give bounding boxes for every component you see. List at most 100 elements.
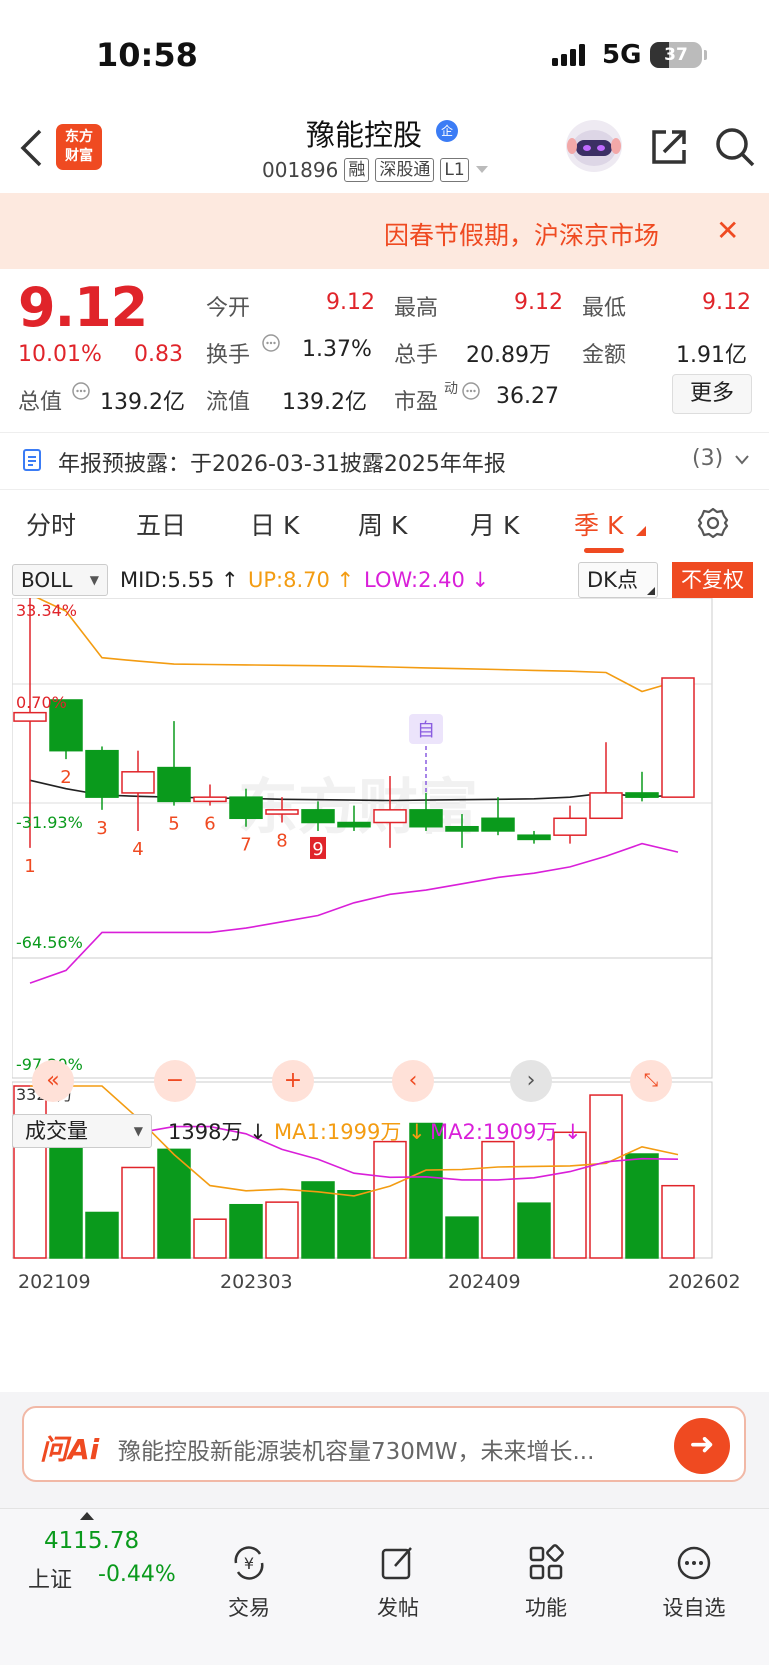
kline-chart[interactable]: 东方财富 1 2 3 4 5 6 7 8 9 自 33.34% 0.70% -31.93% -64.56… xyxy=(12,598,758,1358)
nav-trade-label: 交易 xyxy=(228,1596,270,1620)
value-amount: 1.91亿 xyxy=(676,343,747,368)
indicator-select[interactable]: BOLL ▼ xyxy=(12,564,108,596)
notice-count: (3) xyxy=(692,446,724,471)
move-left-icon[interactable]: ‹ xyxy=(392,1060,434,1102)
tab-quarter-k[interactable]: 季 K xyxy=(574,506,623,542)
boll-low-text: LOW:2.40 xyxy=(364,568,465,592)
volume-ma1-text: MA1:1999万 xyxy=(274,1120,402,1144)
assistant-robot-icon[interactable] xyxy=(564,116,624,174)
arrow-right-icon[interactable]: ➜ xyxy=(674,1418,730,1474)
boll-up-line xyxy=(35,598,679,693)
more-info-icon[interactable] xyxy=(262,334,280,352)
x-axis-label: 202602 xyxy=(668,1271,741,1293)
boll-up: UP:8.70 ↑ xyxy=(248,568,355,592)
tag-margin: 融 xyxy=(344,158,370,182)
volume-bar xyxy=(625,1153,659,1259)
boll-mid: MID:5.55 ↑ xyxy=(120,568,239,592)
event-annotation: 7 xyxy=(240,835,251,856)
boll-mid-text: MID:5.55 xyxy=(120,568,215,592)
zoom-out-icon[interactable]: − xyxy=(154,1060,196,1102)
volume-bar xyxy=(157,1148,191,1259)
candle-body xyxy=(373,809,407,824)
value-high: 9.12 xyxy=(514,290,563,315)
nav-trade[interactable]: ¥ 交易 xyxy=(199,1544,299,1622)
volume-ma2-text: MA2:1909万 xyxy=(430,1120,558,1144)
dk-point-label: DK点 xyxy=(587,568,638,592)
ai-question-text[interactable]: 豫能控股新能源装机容量730MW，未来增长... xyxy=(118,1432,658,1466)
value-turnover: 1.37% xyxy=(302,337,372,362)
boll-low-line xyxy=(29,842,679,984)
nav-functions[interactable]: 功能 xyxy=(496,1544,596,1622)
change-amount: 0.83 xyxy=(134,342,183,367)
nav-add-watchlist[interactable]: 设自选 xyxy=(644,1544,744,1622)
stock-code: 001896 xyxy=(262,158,339,182)
tab-intraday[interactable]: 分时 xyxy=(26,506,76,542)
search-icon[interactable] xyxy=(714,126,756,168)
arrow-up-icon xyxy=(80,1512,94,1520)
candle-body xyxy=(517,834,551,841)
move-right-icon[interactable]: › xyxy=(510,1060,552,1102)
corner-triangle-icon xyxy=(636,526,646,536)
candle-body xyxy=(121,771,155,794)
more-button[interactable]: 更多 xyxy=(672,374,752,414)
tab-day-k[interactable]: 日 K xyxy=(250,506,299,542)
share-icon[interactable] xyxy=(648,126,690,168)
candle-body xyxy=(589,792,623,820)
candle-body xyxy=(85,749,119,798)
index-name[interactable]: 上证 xyxy=(28,1562,72,1594)
stock-name: 豫能控股 xyxy=(306,118,423,152)
more-info-icon[interactable] xyxy=(462,382,480,400)
chevron-down-icon xyxy=(735,455,749,465)
nav-functions-label: 功能 xyxy=(525,1596,567,1620)
fast-back-icon[interactable]: « xyxy=(32,1060,74,1102)
label-high: 最高 xyxy=(394,296,439,321)
ai-logo: 问Ai xyxy=(40,1433,100,1466)
dk-point-button[interactable]: DK点 xyxy=(578,562,658,598)
x-axis-label: 202109 xyxy=(18,1271,91,1293)
candle-body xyxy=(337,821,371,828)
label-volume: 总手 xyxy=(394,343,439,368)
boll-low: LOW:2.40 ↓ xyxy=(364,568,490,592)
index-change[interactable]: -0.44% xyxy=(98,1562,176,1587)
indicator-select-value: BOLL xyxy=(21,568,73,592)
tab-week-k[interactable]: 周 K xyxy=(358,506,407,542)
watermark-text: 东方财富 xyxy=(238,773,478,843)
candle-body xyxy=(481,817,515,832)
value-pe: 36.27 xyxy=(496,384,559,409)
candle-body xyxy=(157,766,191,803)
candle-body xyxy=(625,792,659,798)
dropdown-icon: ▼ xyxy=(133,1124,143,1138)
candle-body xyxy=(409,809,443,828)
index-value[interactable]: 4115.78 xyxy=(44,1528,139,1554)
self-select-marker: 自 xyxy=(417,720,435,741)
tab-five-day[interactable]: 五日 xyxy=(136,506,186,542)
volume-select-value: 成交量 xyxy=(25,1119,88,1143)
value-low: 9.12 xyxy=(702,290,751,315)
axis-label: -64.56% xyxy=(16,933,83,952)
edit-icon xyxy=(381,1547,412,1580)
zoom-in-icon[interactable]: + xyxy=(272,1060,314,1102)
volume-bar xyxy=(517,1202,551,1259)
volume-select[interactable]: 成交量 ▼ xyxy=(12,1114,152,1148)
settings-icon[interactable] xyxy=(696,506,730,540)
axis-label: -31.93% xyxy=(16,813,83,832)
axis-label: 33.34% xyxy=(16,601,77,620)
fullscreen-icon[interactable]: ⤡ xyxy=(630,1060,672,1102)
svg-text:¥: ¥ xyxy=(244,1554,254,1573)
stock-code-row[interactable]: 001896 融 深股通 L1 xyxy=(262,158,489,182)
event-annotation: 2 xyxy=(60,767,71,788)
event-annotation: 3 xyxy=(96,818,107,839)
volume-bar xyxy=(481,1140,515,1259)
more-info-icon[interactable] xyxy=(72,382,90,400)
nav-post[interactable]: 发帖 xyxy=(348,1544,448,1622)
app-logo: 东方 财富 xyxy=(56,124,102,170)
value-open: 9.12 xyxy=(326,290,375,315)
dropdown-icon: ▼ xyxy=(89,573,99,587)
close-icon[interactable]: ✕ xyxy=(716,214,739,247)
volume-ma1: MA1:1999万 ↓ xyxy=(274,1120,426,1144)
tag-connect: 深股通 xyxy=(375,158,435,182)
logo-line2: 财富 xyxy=(65,148,93,164)
tab-month-k[interactable]: 月 K xyxy=(470,506,519,542)
back-icon[interactable] xyxy=(18,128,44,168)
no-adjust-button[interactable]: 不复权 xyxy=(672,562,753,598)
